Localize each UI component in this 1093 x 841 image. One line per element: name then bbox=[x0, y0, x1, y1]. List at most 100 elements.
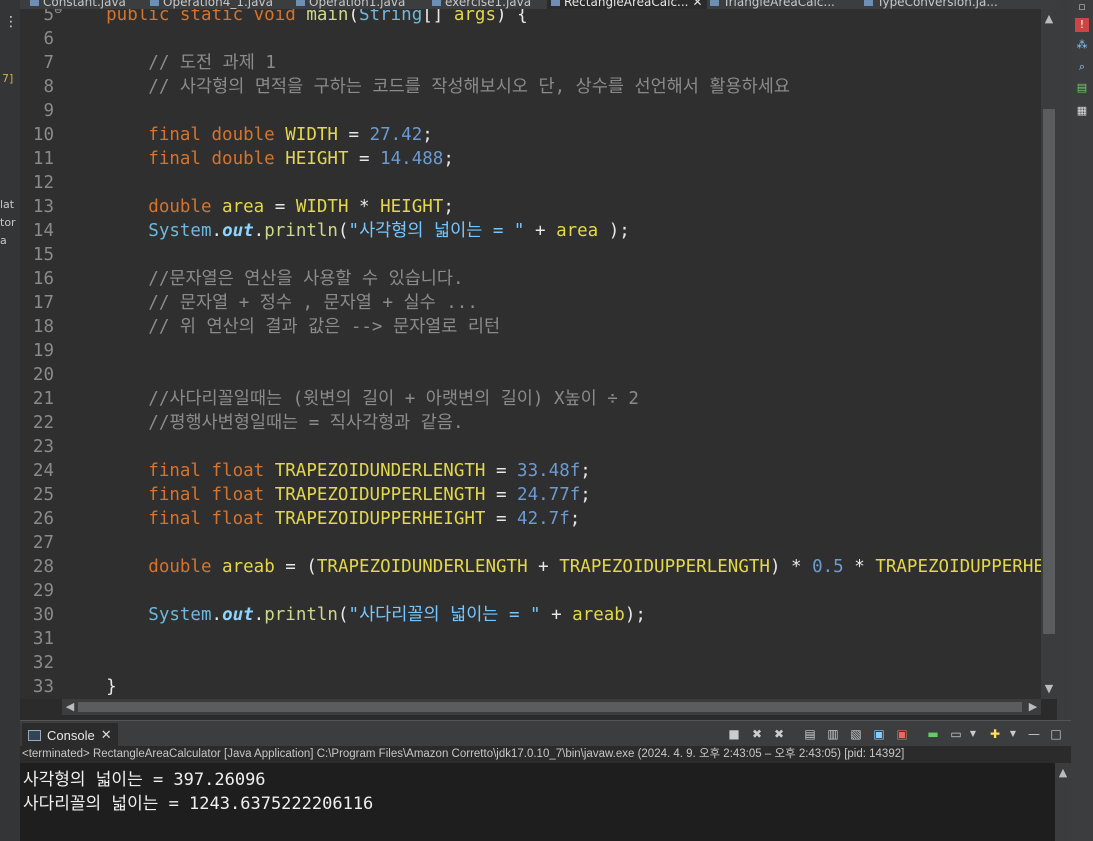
code-token: args bbox=[453, 9, 497, 25]
code-token: } bbox=[64, 677, 117, 697]
line-number: 22 bbox=[32, 413, 54, 433]
line-number: 29 bbox=[32, 581, 54, 601]
remove-all-icon[interactable]: ✖ bbox=[772, 727, 786, 741]
tab-exercise1[interactable]: exercise1.java bbox=[432, 0, 531, 9]
close-icon[interactable]: ✕ bbox=[693, 0, 703, 9]
code-line: final float TRAPEZOIDUNDERLENGTH = 33.48… bbox=[64, 459, 591, 483]
code-token: ; bbox=[569, 509, 581, 529]
code-line: //문자열은 연산을 사용할 수 있습니다. bbox=[64, 267, 464, 291]
code-token: println bbox=[264, 221, 338, 241]
pin-console-icon[interactable]: ▬ bbox=[926, 727, 940, 741]
code-token: 42.7f bbox=[517, 509, 570, 529]
code-token: "사다리꼴의 넓이는 = " bbox=[348, 605, 541, 625]
console-scrollbar[interactable]: ▲ bbox=[1055, 763, 1071, 841]
code-token: + bbox=[527, 557, 560, 577]
java-file-icon bbox=[864, 0, 873, 6]
code-token: = bbox=[348, 149, 381, 169]
line-number: 14 bbox=[32, 221, 54, 241]
overview-ruler bbox=[1057, 0, 1071, 841]
line-number: 15 bbox=[32, 245, 54, 265]
code-token: = bbox=[485, 509, 518, 529]
line-number: 30 bbox=[32, 605, 54, 625]
code-token: out bbox=[222, 605, 254, 625]
scroll-thumb[interactable] bbox=[1043, 109, 1055, 634]
code-area[interactable]: public static void main(String[] args) {… bbox=[64, 9, 1041, 699]
left-fragment: a bbox=[0, 234, 7, 247]
code-token: ( bbox=[337, 605, 349, 625]
close-icon[interactable]: ✕ bbox=[101, 727, 112, 743]
code-token: double bbox=[64, 557, 223, 577]
scroll-down-icon[interactable]: ▼ bbox=[1041, 683, 1057, 695]
tab-type-conversion[interactable]: TypeConversion.ja... bbox=[864, 0, 998, 9]
line-number: 19 bbox=[32, 341, 54, 361]
line-number: 27 bbox=[32, 533, 54, 553]
tab-operation1[interactable]: Operation1.java bbox=[296, 0, 405, 9]
java-file-icon bbox=[150, 0, 159, 6]
code-token: double bbox=[64, 197, 223, 217]
tab-rectangle-area-calculator[interactable]: RectangleAreaCalc... ✕ bbox=[547, 0, 707, 9]
show-on-error-icon[interactable]: ▣ bbox=[895, 727, 909, 741]
scroll-thumb[interactable] bbox=[78, 702, 1022, 712]
code-token: TRAPEZOIDUNDERLENGTH bbox=[274, 461, 486, 481]
view-menu-icon[interactable]: ⋮ bbox=[4, 14, 18, 30]
remove-launch-icon[interactable]: ✖ bbox=[750, 727, 764, 741]
code-token: WIDTH bbox=[295, 197, 349, 217]
scroll-up-icon[interactable]: ▲ bbox=[1041, 13, 1057, 25]
editor-horizontal-scrollbar[interactable]: ◀ ▶ bbox=[62, 699, 1041, 715]
code-token: area bbox=[222, 197, 265, 217]
scroll-left-icon[interactable]: ◀ bbox=[62, 701, 78, 713]
line-number: 25 bbox=[32, 485, 54, 505]
code-line: // 위 연산의 결과 값은 --> 문자열로 리턴 bbox=[64, 315, 500, 339]
code-line: public static void main(String[] args) { bbox=[64, 9, 528, 27]
code-token: //문자열은 연산을 사용할 수 있습니다. bbox=[64, 269, 464, 289]
maximize-view-icon[interactable]: □ bbox=[1049, 727, 1063, 741]
code-token: // 도전 과제 1 bbox=[64, 53, 276, 73]
scroll-right-icon[interactable]: ▶ bbox=[1025, 701, 1041, 713]
code-token: . bbox=[253, 221, 265, 241]
line-number: 18 bbox=[32, 317, 54, 337]
code-token: ) { bbox=[496, 9, 528, 25]
code-token: final double bbox=[64, 125, 286, 145]
code-token: println bbox=[264, 605, 338, 625]
tab-console[interactable]: Console ✕ bbox=[22, 723, 118, 747]
search-icon[interactable]: ⌕ bbox=[1075, 60, 1089, 74]
show-on-output-icon[interactable]: ▣ bbox=[872, 727, 886, 741]
code-line: // 사각형의 면적을 구하는 코드를 작성해보시오 단, 상수를 선언해서 활… bbox=[64, 75, 790, 99]
scroll-up-icon[interactable]: ▲ bbox=[1055, 767, 1071, 779]
code-token: = bbox=[485, 461, 518, 481]
clear-console-icon[interactable]: ▤ bbox=[803, 727, 817, 741]
code-line: // 도전 과제 1 bbox=[64, 51, 276, 75]
code-line: System.out.println("사다리꼴의 넓이는 = " + area… bbox=[64, 603, 646, 627]
word-wrap-icon[interactable]: ▧ bbox=[849, 727, 863, 741]
code-editor[interactable]: 5 ⊖ 6 7 8 9 10 11 12 13 14 15 16 17 18 19 20 21 22 23 24 25 26… bbox=[20, 9, 1041, 699]
chevron-down-icon[interactable]: ▼ bbox=[1006, 727, 1020, 741]
scroll-lock-icon[interactable]: ▥ bbox=[826, 727, 840, 741]
fold-icon[interactable]: ⊖ bbox=[54, 9, 62, 16]
code-line: final double HEIGHT = 14.488; bbox=[64, 147, 454, 171]
code-token: . bbox=[253, 605, 265, 625]
minimize-icon[interactable]: ▫ bbox=[1075, 0, 1089, 14]
tab-operation4-1[interactable]: Operation4_1.java bbox=[150, 0, 273, 9]
line-number: 12 bbox=[32, 173, 54, 193]
tasks-icon[interactable]: ▤ bbox=[1075, 81, 1089, 95]
outline-icon[interactable]: ▦ bbox=[1075, 104, 1089, 118]
console-output[interactable]: 사각형의 넓이는 = 397.26096 사다리꼴의 넓이는 = 1243.63… bbox=[20, 763, 1055, 841]
new-console-icon[interactable]: ✚ bbox=[988, 727, 1002, 741]
line-number: 7 bbox=[43, 53, 54, 73]
editor-vertical-scrollbar[interactable]: ▲ ▼ bbox=[1041, 9, 1057, 699]
chevron-down-icon[interactable]: ▼ bbox=[966, 727, 980, 741]
code-line: //사다리꼴일때는 (윗변의 길이 + 아랫변의 길이) X높이 ÷ 2 bbox=[64, 387, 639, 411]
code-token: // 문자열 + 정수 , 문자열 + 실수 ... bbox=[64, 293, 478, 313]
code-line: } bbox=[64, 675, 117, 699]
left-view-strip: ⋮ 7] lat tor a bbox=[0, 0, 20, 841]
display-console-icon[interactable]: ▭ bbox=[949, 727, 963, 741]
problems-icon[interactable]: ! bbox=[1075, 18, 1089, 32]
code-token: //사다리꼴일때는 (윗변의 길이 + 아랫변의 길이) X높이 ÷ 2 bbox=[64, 389, 639, 409]
code-token: final float bbox=[64, 461, 275, 481]
code-token: areab bbox=[222, 557, 275, 577]
terminate-icon[interactable]: ■ bbox=[727, 727, 741, 741]
minimize-view-icon[interactable]: — bbox=[1027, 727, 1041, 741]
hierarchy-icon[interactable]: ⁂ bbox=[1075, 38, 1089, 52]
tab-constant[interactable]: Constant.java bbox=[30, 0, 126, 9]
tab-triangle-area-calculator[interactable]: TriangleAreaCalc... bbox=[710, 0, 835, 9]
